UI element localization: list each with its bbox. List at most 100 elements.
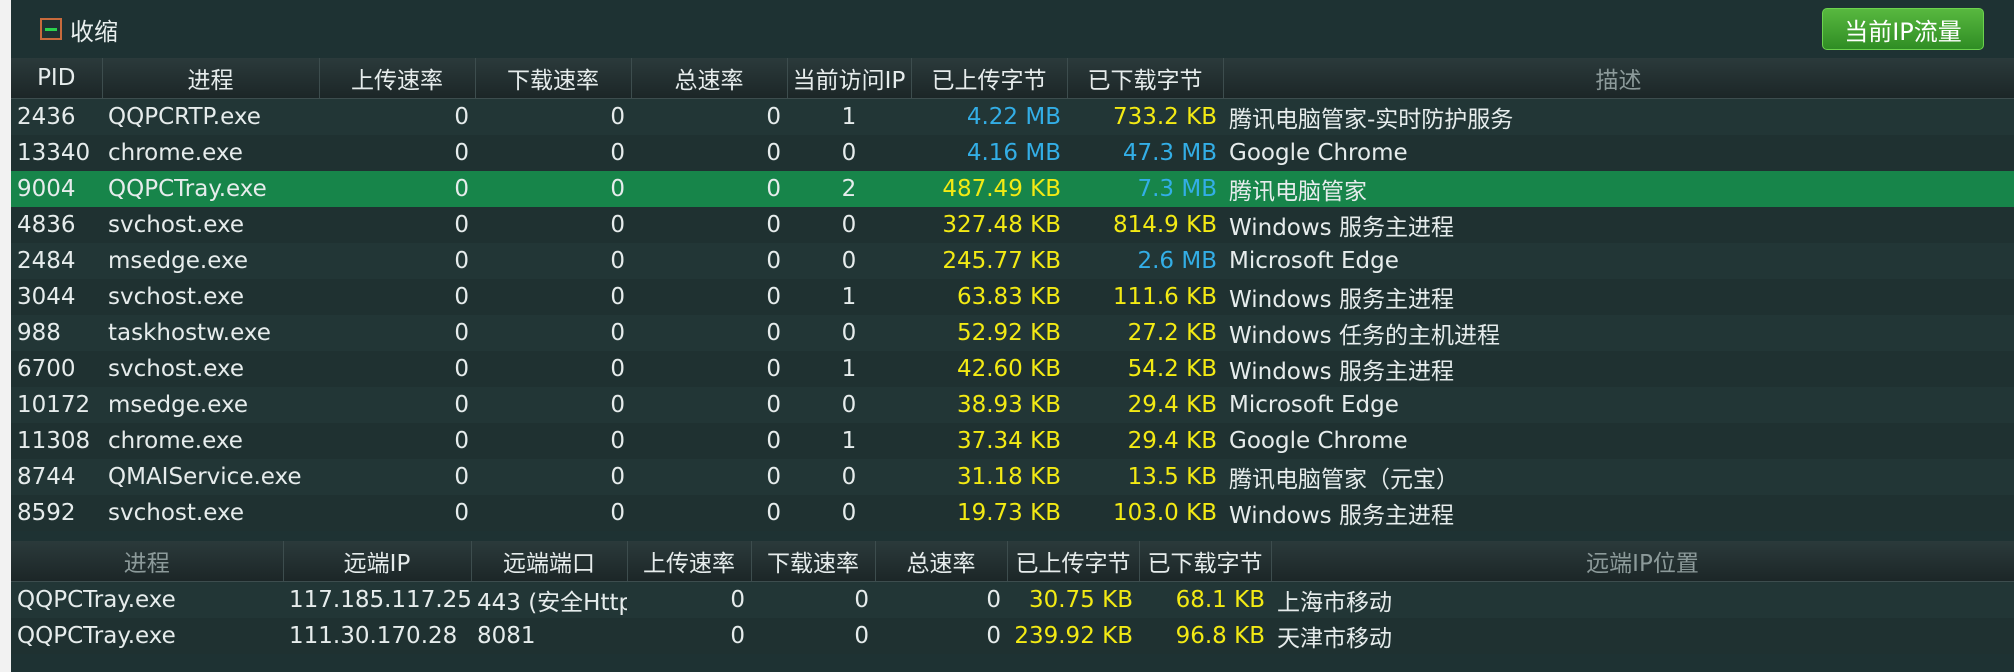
header-description[interactable]: 描述: [1223, 58, 2014, 99]
left-edge: [0, 0, 11, 672]
pid-cell: 11308: [11, 423, 102, 459]
description-cell: Windows 任务的主机进程: [1223, 315, 2014, 351]
download-rate-cell: 0: [475, 423, 631, 459]
download-rate-cell: 0: [475, 279, 631, 315]
header-current-ip[interactable]: 当前访问IP: [787, 58, 912, 99]
upload-rate-cell: 0: [319, 243, 475, 279]
header-process[interactable]: 进程: [11, 541, 284, 582]
process-name-cell: chrome.exe: [102, 423, 319, 459]
uploaded-bytes-cell: 245.77 KB: [911, 243, 1067, 279]
current-ip-count-cell: 1: [787, 351, 911, 387]
process-row[interactable]: 8592 svchost.exe 0 0 0 0 19.73 KB 103.0 KB Windo…: [11, 495, 2014, 531]
downloaded-bytes-cell: 27.2 KB: [1067, 315, 1223, 351]
description-cell: Microsoft Edge: [1223, 387, 2014, 423]
download-rate-cell: 0: [475, 171, 631, 207]
connection-row[interactable]: QQPCTray.exe 117.185.117.25 443 (安全Http) 0 0…: [11, 581, 2014, 618]
process-row[interactable]: 4836 svchost.exe 0 0 0 0 327.48 KB 814.9 KB Wind…: [11, 207, 2014, 243]
upload-rate-cell: 0: [319, 351, 475, 387]
process-name-cell: svchost.exe: [102, 495, 319, 531]
header-upload-rate[interactable]: 上传速率: [319, 58, 476, 99]
remote-port-cell: 8081: [471, 618, 627, 654]
process-name-cell: QQPCTray.exe: [11, 581, 283, 618]
download-rate-cell: 0: [475, 387, 631, 423]
header-downloaded[interactable]: 已下载字节: [1067, 58, 1224, 99]
process-name-cell: chrome.exe: [102, 135, 319, 171]
uploaded-bytes-cell: 31.18 KB: [911, 459, 1067, 495]
header-total-rate[interactable]: 总速率: [631, 58, 788, 99]
process-row[interactable]: 11308 chrome.exe 0 0 0 1 37.34 KB 29.4 KB Google…: [11, 423, 2014, 459]
pid-cell: 8744: [11, 459, 102, 495]
header-download-rate[interactable]: 下载速率: [751, 541, 876, 582]
current-ip-flow-button[interactable]: 当前IP流量: [1822, 8, 1984, 50]
toolbar: [11, 0, 2014, 58]
process-name-cell: taskhostw.exe: [102, 315, 319, 351]
header-upload-rate[interactable]: 上传速率: [627, 541, 752, 582]
process-name-cell: msedge.exe: [102, 243, 319, 279]
process-row[interactable]: 9004 QQPCTray.exe 0 0 0 2 487.49 KB 7.3 MB 腾讯电脑管…: [11, 171, 2014, 207]
uploaded-bytes-cell: 327.48 KB: [911, 207, 1067, 243]
pid-cell: 3044: [11, 279, 102, 315]
header-remote-ip[interactable]: 远端IP: [283, 541, 472, 582]
download-rate-cell: 0: [751, 618, 875, 654]
process-row[interactable]: 6700 svchost.exe 0 0 0 1 42.60 KB 54.2 KB Window…: [11, 351, 2014, 387]
total-rate-cell: 0: [631, 387, 787, 423]
header-downloaded[interactable]: 已下载字节: [1139, 541, 1272, 582]
download-rate-cell: 0: [475, 495, 631, 531]
process-name-cell: msedge.exe: [102, 387, 319, 423]
header-uploaded[interactable]: 已上传字节: [1007, 541, 1140, 582]
header-total-rate[interactable]: 总速率: [875, 541, 1008, 582]
current-ip-count-cell: 0: [787, 387, 911, 423]
downloaded-bytes-cell: 111.6 KB: [1067, 279, 1223, 315]
remote-ip-cell: 117.185.117.25: [283, 581, 471, 618]
process-row[interactable]: 3044 svchost.exe 0 0 0 1 63.83 KB 111.6 KB Windo…: [11, 279, 2014, 315]
pid-cell: 8592: [11, 495, 102, 531]
download-rate-cell: 0: [475, 351, 631, 387]
header-remote-port[interactable]: 远端端口: [471, 541, 628, 582]
process-name-cell: QQPCRTP.exe: [102, 98, 319, 135]
total-rate-cell: 0: [631, 423, 787, 459]
collapse-toggle[interactable]: 收缩: [40, 12, 118, 46]
total-rate-cell: 0: [631, 315, 787, 351]
description-cell: Microsoft Edge: [1223, 243, 2014, 279]
process-row[interactable]: 13340 chrome.exe 0 0 0 0 4.16 MB 47.3 MB Google …: [11, 135, 2014, 171]
remote-ip-location-cell: 上海市移动: [1271, 581, 2014, 618]
downloaded-bytes-cell: 47.3 MB: [1067, 135, 1223, 171]
connection-row[interactable]: QQPCTray.exe 111.30.170.28 8081 0 0 0 239.92 K…: [11, 618, 2014, 654]
header-remote-ip-location[interactable]: 远端IP位置: [1271, 541, 2014, 582]
total-rate-cell: 0: [631, 171, 787, 207]
pid-cell: 2484: [11, 243, 102, 279]
header-process[interactable]: 进程: [102, 58, 320, 99]
uploaded-bytes-cell: 30.75 KB: [1007, 581, 1139, 618]
process-name-cell: QMAIService.exe: [102, 459, 319, 495]
process-name-cell: svchost.exe: [102, 279, 319, 315]
description-cell: Google Chrome: [1223, 423, 2014, 459]
header-uploaded[interactable]: 已上传字节: [911, 58, 1068, 99]
uploaded-bytes-cell: 38.93 KB: [911, 387, 1067, 423]
upload-rate-cell: 0: [319, 279, 475, 315]
upload-rate-cell: 0: [319, 459, 475, 495]
current-ip-count-cell: 0: [787, 459, 911, 495]
header-download-rate[interactable]: 下载速率: [475, 58, 632, 99]
pid-cell: 9004: [11, 171, 102, 207]
downloaded-bytes-cell: 68.1 KB: [1139, 581, 1271, 618]
pid-cell: 10172: [11, 387, 102, 423]
current-ip-count-cell: 1: [787, 98, 911, 135]
process-row[interactable]: 8744 QMAIService.exe 0 0 0 0 31.18 KB 13.5 KB 腾讯…: [11, 459, 2014, 495]
process-row[interactable]: 2484 msedge.exe 0 0 0 0 245.77 KB 2.6 MB Microso…: [11, 243, 2014, 279]
header-pid[interactable]: PID: [11, 58, 103, 99]
downloaded-bytes-cell: 103.0 KB: [1067, 495, 1223, 531]
process-row[interactable]: 2436 QQPCRTP.exe 0 0 0 1 4.22 MB 733.2 KB 腾讯电脑管家…: [11, 98, 2014, 135]
total-rate-cell: 0: [631, 459, 787, 495]
process-row[interactable]: 988 taskhostw.exe 0 0 0 0 52.92 KB 27.2 KB Windo…: [11, 315, 2014, 351]
minus-box-icon[interactable]: [40, 18, 62, 40]
upload-rate-cell: 0: [319, 98, 475, 135]
total-rate-cell: 0: [631, 243, 787, 279]
pid-cell: 4836: [11, 207, 102, 243]
description-cell: Google Chrome: [1223, 135, 2014, 171]
process-row[interactable]: 10172 msedge.exe 0 0 0 0 38.93 KB 29.4 KB Micros…: [11, 387, 2014, 423]
downloaded-bytes-cell: 29.4 KB: [1067, 387, 1223, 423]
download-rate-cell: 0: [475, 315, 631, 351]
downloaded-bytes-cell: 2.6 MB: [1067, 243, 1223, 279]
current-ip-count-cell: 0: [787, 207, 911, 243]
current-ip-count-cell: 0: [787, 243, 911, 279]
